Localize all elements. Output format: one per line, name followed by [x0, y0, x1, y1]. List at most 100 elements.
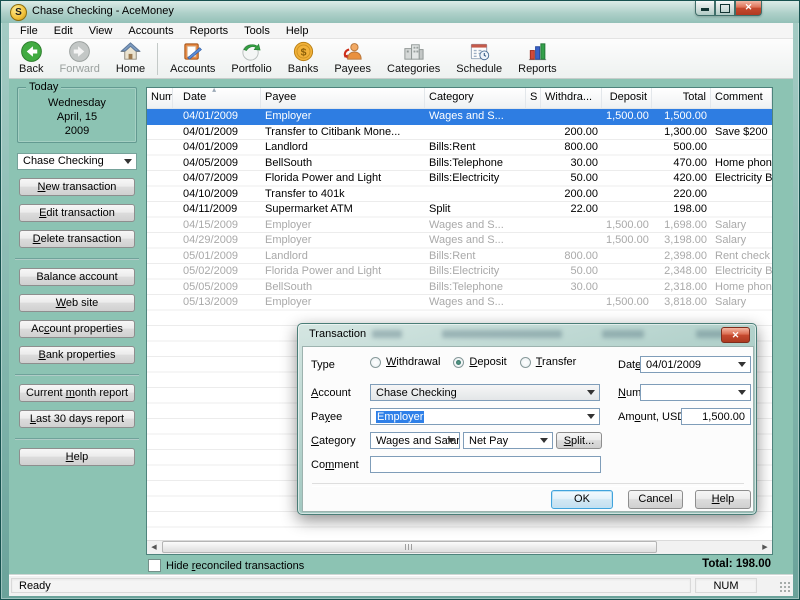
sidebar-button-delete-transaction[interactable]: Delete transaction [19, 230, 135, 248]
table-row[interactable]: 04/15/2009EmployerWages and S...1,500.00… [147, 218, 772, 234]
close-button[interactable]: ✕ [735, 1, 762, 16]
column-header-comment[interactable]: Comment [711, 88, 772, 108]
reports-button[interactable]: Reports [510, 39, 565, 78]
scroll-right-arrow-icon[interactable]: ▶ [758, 542, 772, 554]
schedule-button[interactable]: Schedule [448, 39, 510, 78]
table-row[interactable]: 04/01/2009Transfer to Citibank Mone...20… [147, 125, 772, 141]
numlock-indicator: NUM [695, 578, 757, 593]
account-combobox[interactable]: Chase Checking [370, 384, 600, 401]
amount-field[interactable]: 1,500.00 [681, 408, 751, 425]
cell: 30.00 [541, 156, 602, 171]
column-header-total[interactable]: Total [652, 88, 711, 108]
sidebar-button-new-transaction[interactable]: New transaction [19, 178, 135, 196]
table-row[interactable]: 05/02/2009Florida Power and LightBills:E… [147, 264, 772, 280]
sidebar-button-current-month-report[interactable]: Current month report [19, 384, 135, 402]
dialog-close-button[interactable]: ✕ [721, 327, 750, 343]
account-combobox-value: Chase Checking [376, 387, 457, 399]
category-combobox[interactable]: Wages and Salary [370, 432, 460, 449]
table-row[interactable]: 04/01/2009LandlordBills:Rent800.00500.00 [147, 140, 772, 156]
table-row[interactable]: 04/10/2009Transfer to 401k200.00220.00 [147, 187, 772, 203]
home-button[interactable]: Home [108, 39, 153, 78]
title-bar[interactable]: S Chase Checking - AceMoney ✕ [1, 1, 799, 23]
split-button[interactable]: Split... [556, 432, 602, 449]
payee-combobox[interactable]: Employer [370, 408, 600, 425]
type-radio-transfer[interactable]: Transfer [520, 356, 577, 368]
cell: 420.00 [652, 171, 711, 186]
cell: Salary [711, 233, 772, 248]
column-header-withdra-[interactable]: Withdra... [541, 88, 602, 108]
column-header-deposit[interactable]: Deposit [602, 88, 652, 108]
sidebar-button-edit-transaction[interactable]: Edit transaction [19, 204, 135, 222]
cell: BellSouth [261, 156, 425, 171]
cell: Wages and S... [425, 109, 526, 124]
subcategory-combobox[interactable]: Net Pay [463, 432, 553, 449]
comment-field[interactable] [370, 456, 601, 473]
maximize-button[interactable] [715, 1, 735, 16]
cell: 1,500.00 [602, 109, 652, 124]
forward-button[interactable]: Forward [51, 39, 107, 78]
menu-accounts[interactable]: Accounts [120, 24, 181, 38]
column-header-num[interactable]: Num [147, 88, 173, 108]
scroll-left-arrow-icon[interactable]: ◀ [147, 542, 161, 554]
cell: 3,198.00 [652, 233, 711, 248]
column-header-date[interactable]: Date▴ [173, 88, 261, 108]
banks-button[interactable]: $ Banks [280, 39, 327, 78]
cell: 05/05/2009 [173, 280, 261, 295]
table-header: NumDate▴PayeeCategorySWithdra...DepositT… [147, 88, 772, 109]
cell: 05/02/2009 [173, 264, 261, 279]
radio-icon [520, 357, 531, 368]
sidebar-button-last-30-days-report[interactable]: Last 30 days report [19, 410, 135, 428]
categories-button[interactable]: Categories [379, 39, 448, 78]
menu-edit[interactable]: Edit [46, 24, 81, 38]
type-radio-deposit[interactable]: Deposit [453, 356, 506, 368]
cell: Bills:Telephone [425, 280, 526, 295]
resize-grip[interactable] [779, 581, 791, 593]
sidebar-button-web-site[interactable]: Web site [19, 294, 135, 312]
radio-label: Deposit [469, 356, 506, 368]
menu-file[interactable]: File [12, 24, 46, 38]
table-row[interactable]: 04/11/2009Supermarket ATMSplit22.00198.0… [147, 202, 772, 218]
column-header-payee[interactable]: Payee [261, 88, 425, 108]
horizontal-scrollbar[interactable]: ◀ ▶ [147, 540, 772, 554]
menu-help[interactable]: Help [278, 24, 317, 38]
cell: 470.00 [652, 156, 711, 171]
sidebar-button-account-properties[interactable]: Account properties [19, 320, 135, 338]
table-row[interactable]: 04/29/2009EmployerWages and S...1,500.00… [147, 233, 772, 249]
table-row[interactable]: 05/05/2009BellSouthBills:Telephone30.002… [147, 280, 772, 296]
cell: 30.00 [541, 280, 602, 295]
menu-view[interactable]: View [81, 24, 121, 38]
scrollbar-thumb[interactable] [162, 541, 657, 553]
sidebar-button-bank-properties[interactable]: Bank properties [19, 346, 135, 364]
cancel-button[interactable]: Cancel [628, 490, 683, 509]
portfolio-icon [240, 40, 263, 63]
hide-reconciled-checkbox[interactable] [148, 559, 161, 572]
account-selector[interactable]: Chase Checking [17, 153, 137, 170]
table-row[interactable]: 05/01/2009LandlordBills:Rent800.002,398.… [147, 249, 772, 265]
table-row[interactable]: 05/13/2009EmployerWages and S...1,500.00… [147, 295, 772, 311]
sidebar-button-help[interactable]: Help [19, 448, 135, 466]
minimize-button[interactable] [695, 1, 715, 16]
total-value: 198.00 [736, 558, 771, 570]
cell: 1,500.00 [602, 218, 652, 233]
help-button[interactable]: Help [695, 490, 751, 509]
column-header-category[interactable]: Category [425, 88, 526, 108]
glass-blur-artifact [602, 330, 644, 338]
menu-reports[interactable]: Reports [182, 24, 237, 38]
type-radio-withdrawal[interactable]: Withdrawal [370, 356, 440, 368]
portfolio-button[interactable]: Portfolio [223, 39, 279, 78]
chevron-down-icon [587, 414, 595, 419]
menu-tools[interactable]: Tools [236, 24, 278, 38]
ok-button[interactable]: OK [551, 490, 613, 509]
table-row[interactable]: 04/05/2009BellSouthBills:Telephone30.004… [147, 156, 772, 172]
comment-label: Comment [311, 459, 359, 471]
date-combobox[interactable]: 04/01/2009 [640, 356, 751, 373]
column-header-s[interactable]: S [526, 88, 541, 108]
table-row[interactable]: 04/07/2009Florida Power and LightBills:E… [147, 171, 772, 187]
cell: 1,500.00 [602, 295, 652, 310]
table-row[interactable]: 04/01/2009EmployerWages and S...1,500.00… [147, 109, 772, 125]
number-combobox[interactable] [640, 384, 751, 401]
sidebar-button-balance-account[interactable]: Balance account [19, 268, 135, 286]
back-button[interactable]: Back [11, 39, 51, 78]
payees-button[interactable]: Payees [326, 39, 379, 78]
accounts-button[interactable]: Accounts [162, 39, 223, 78]
